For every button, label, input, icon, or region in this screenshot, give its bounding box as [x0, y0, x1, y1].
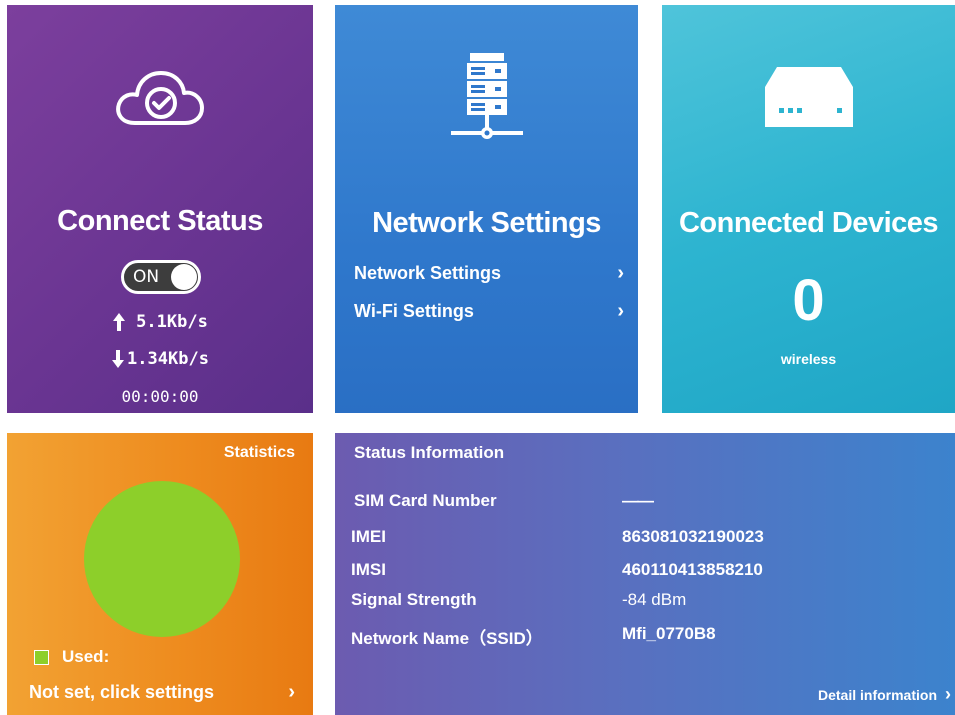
- upload-rate-row: 5.1Kb/s: [7, 312, 313, 332]
- statistics-card: Statistics Used: Not set, click settings…: [7, 433, 313, 715]
- connect-status-card: Connect Status ON 5.1Kb/s 1.34Kb/s 00:00…: [7, 5, 313, 413]
- wifi-settings-link-label: Wi-Fi Settings: [354, 300, 474, 321]
- toggle-label: ON: [133, 267, 160, 287]
- chevron-right-icon: ›: [617, 299, 624, 322]
- connection-toggle[interactable]: ON: [121, 260, 201, 294]
- usage-pie-chart: [84, 481, 240, 637]
- info-label: Network Name（SSID）: [351, 629, 543, 648]
- network-settings-card: Network Settings Network Settings › Wi-F…: [335, 5, 638, 413]
- wifi-settings-link[interactable]: Wi-Fi Settings ›: [354, 297, 624, 325]
- info-label: IMSI: [351, 560, 386, 579]
- data-plan-settings-link[interactable]: Not set, click settings ›: [29, 681, 295, 704]
- arrow-up-icon: [113, 313, 126, 331]
- info-row-imei: IMEI 863081032190023: [351, 527, 791, 551]
- info-row-signal-strength: Signal Strength -84 dBm: [351, 590, 791, 614]
- data-plan-settings-label: Not set, click settings: [29, 682, 215, 702]
- chevron-right-icon: ›: [288, 681, 295, 703]
- network-settings-link-label: Network Settings: [354, 262, 502, 283]
- status-information-title: Status Information: [354, 443, 505, 462]
- info-value: 863081032190023: [622, 527, 764, 546]
- used-legend-swatch: [34, 650, 49, 665]
- router-icon: [662, 65, 955, 129]
- info-value: Mfi_0770B8: [622, 624, 716, 643]
- upload-rate: 5.1Kb/s: [136, 312, 208, 332]
- info-label: SIM Card Number: [354, 491, 497, 510]
- connect-status-title: Connect Status: [57, 205, 263, 237]
- chevron-right-icon: ›: [617, 261, 624, 284]
- toggle-knob: [171, 264, 197, 290]
- detail-information-label: Detail information: [817, 686, 937, 703]
- connected-device-count: 0: [792, 268, 825, 333]
- cloud-check-icon: [7, 69, 313, 127]
- info-value: 460110413858210: [622, 560, 763, 579]
- download-rate: 1.34Kb/s: [127, 349, 209, 369]
- statistics-title: Statistics: [223, 444, 295, 461]
- info-value: -84 dBm: [622, 590, 687, 609]
- connection-type-label: wireless: [780, 351, 837, 367]
- connected-devices-card[interactable]: Connected Devices 0 wireless: [662, 5, 955, 413]
- info-value: ——: [622, 491, 654, 510]
- connection-duration: 00:00:00: [121, 387, 199, 406]
- network-settings-title: Network Settings: [372, 207, 601, 239]
- info-label: Signal Strength: [351, 590, 477, 609]
- connected-devices-title: Connected Devices: [678, 207, 939, 239]
- arrow-down-icon: [112, 350, 125, 368]
- info-row-imsi: IMSI 460110413858210: [351, 560, 791, 584]
- chevron-right-icon: ›: [945, 684, 951, 704]
- network-settings-link[interactable]: Network Settings ›: [354, 259, 624, 287]
- used-legend-label: Used:: [62, 647, 110, 666]
- status-information-card: Status Information SIM Card Number —— IM…: [335, 433, 955, 715]
- info-row-sim-card: SIM Card Number ——: [351, 491, 791, 515]
- download-rate-row: 1.34Kb/s: [7, 349, 313, 369]
- info-label: IMEI: [351, 527, 386, 546]
- info-row-ssid: Network Name（SSID） Mfi_0770B8: [351, 624, 791, 648]
- server-network-icon: [335, 51, 638, 143]
- detail-information-link[interactable]: Detail information ›: [818, 684, 951, 705]
